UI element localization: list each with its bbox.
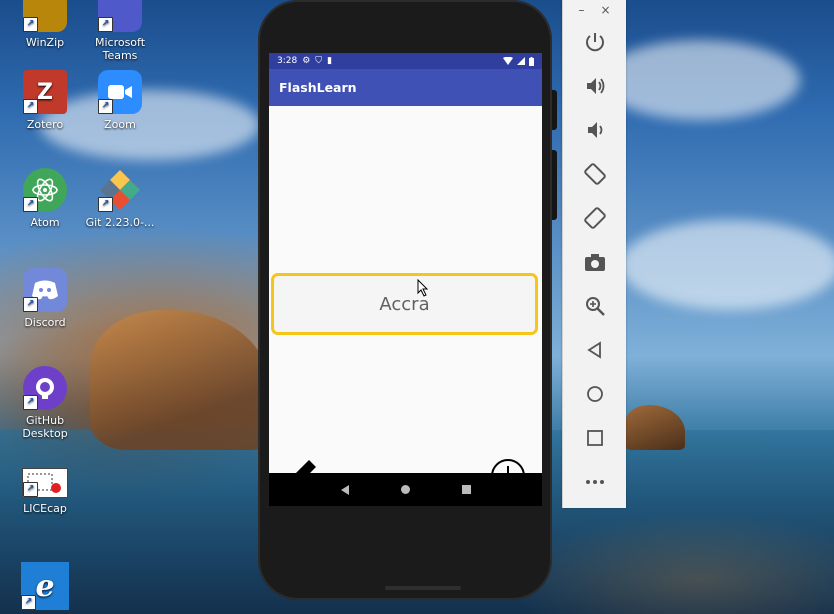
desktop-icon-winzip[interactable]: ↗ WinZip bbox=[8, 0, 82, 49]
home-button[interactable] bbox=[563, 372, 626, 416]
nav-overview-icon[interactable] bbox=[462, 485, 472, 494]
edge-icon: e ↗ bbox=[21, 562, 69, 610]
desktop-icon-label: Zoom bbox=[104, 118, 136, 131]
more-icon bbox=[585, 480, 604, 484]
status-bar: 3:28 ⚙ ⛉ ▮ bbox=[269, 53, 542, 69]
rotate-left-button[interactable] bbox=[563, 152, 626, 196]
desktop-icon-label: LICEcap bbox=[23, 502, 67, 515]
android-nav-bar bbox=[269, 473, 542, 506]
desktop-icon-label: Zotero bbox=[26, 118, 64, 131]
desktop-icon-edge[interactable]: e ↗ bbox=[8, 562, 82, 614]
back-icon bbox=[586, 341, 601, 359]
flashcard[interactable]: Accra bbox=[271, 273, 538, 335]
rock bbox=[90, 310, 270, 450]
volume-down-icon bbox=[587, 122, 602, 138]
atom-icon: ↗ bbox=[23, 168, 67, 212]
zotero-icon: Z ↗ bbox=[23, 70, 67, 114]
sd-card-icon: ▮ bbox=[327, 56, 333, 66]
zoom-button[interactable] bbox=[563, 284, 626, 328]
status-time: 3:28 bbox=[277, 56, 298, 66]
phone-frame: 3:28 ⚙ ⛉ ▮ FlashLearn Accra bbox=[258, 0, 557, 600]
desktop-icon-github-desktop[interactable]: ↗ GitHub Desktop bbox=[8, 366, 82, 440]
licecap-icon: ↗ bbox=[22, 468, 68, 498]
minimize-button[interactable]: – bbox=[578, 3, 584, 17]
volume-down-button[interactable] bbox=[563, 108, 626, 152]
settings-icon: ⚙ bbox=[302, 56, 311, 66]
shield-icon: ⛉ bbox=[315, 56, 323, 66]
home-icon bbox=[586, 386, 603, 402]
volume-up-icon bbox=[586, 78, 604, 94]
desktop-icon-discord[interactable]: ↗ Discord bbox=[8, 268, 82, 329]
desktop-icon-label: Git 2.23.0-... bbox=[85, 216, 155, 229]
desktop-icon-atom[interactable]: ↗ Atom bbox=[8, 168, 82, 229]
more-button[interactable] bbox=[563, 460, 626, 504]
screenshot-button[interactable] bbox=[563, 240, 626, 284]
phone-bottom-bar bbox=[385, 586, 461, 590]
close-button[interactable]: × bbox=[600, 3, 610, 17]
cloud bbox=[600, 40, 800, 120]
overview-button[interactable] bbox=[563, 416, 626, 460]
app-title: FlashLearn bbox=[279, 80, 357, 95]
cloud bbox=[620, 220, 834, 310]
rock bbox=[625, 405, 685, 450]
signal-icon bbox=[517, 57, 525, 65]
camera-icon bbox=[584, 254, 605, 271]
teams-icon: ↗ bbox=[98, 0, 142, 32]
discord-icon: ↗ bbox=[23, 268, 67, 312]
rotate-right-icon bbox=[583, 207, 606, 229]
wifi-icon bbox=[503, 57, 513, 65]
winzip-icon: ↗ bbox=[23, 0, 67, 32]
rotate-right-button[interactable] bbox=[563, 196, 626, 240]
desktop-icon-microsoft-teams[interactable]: ↗ Microsoft Teams bbox=[83, 0, 157, 62]
desktop-icon-licecap[interactable]: ↗ LICEcap bbox=[8, 468, 82, 515]
battery-icon bbox=[529, 56, 534, 66]
github-icon: ↗ bbox=[23, 366, 67, 410]
desktop-icon-label: Microsoft Teams bbox=[94, 36, 146, 62]
power-icon bbox=[585, 33, 604, 52]
volume-up-button[interactable] bbox=[563, 64, 626, 108]
phone-screen: 3:28 ⚙ ⛉ ▮ FlashLearn Accra bbox=[269, 53, 542, 506]
git-icon: ↗ bbox=[98, 168, 142, 212]
app-bar: FlashLearn bbox=[269, 69, 542, 106]
zoom-icon bbox=[585, 297, 605, 316]
desktop-icon-label: Atom bbox=[30, 216, 60, 229]
desktop-icon-label: GitHub Desktop bbox=[22, 414, 68, 440]
rotate-left-icon bbox=[583, 163, 606, 185]
emulator-toolbar: – × bbox=[562, 0, 626, 508]
desktop-icon-zotero[interactable]: Z ↗ Zotero bbox=[8, 70, 82, 131]
phone-volume-button bbox=[552, 150, 557, 220]
mouse-pointer-icon bbox=[417, 279, 429, 297]
power-button[interactable] bbox=[563, 20, 626, 64]
phone-power-button bbox=[552, 90, 557, 130]
desktop-icon-git[interactable]: ↗ Git 2.23.0-... bbox=[83, 168, 157, 229]
desktop-icon-label: Discord bbox=[24, 316, 66, 329]
nav-home-icon[interactable] bbox=[401, 485, 411, 494]
desktop-icon-zoom[interactable]: ↗ Zoom bbox=[83, 70, 157, 131]
back-button[interactable] bbox=[563, 328, 626, 372]
nav-back-icon[interactable] bbox=[340, 484, 350, 495]
zoom-icon: ↗ bbox=[98, 70, 142, 114]
overview-icon bbox=[586, 430, 603, 446]
desktop-icon-label: WinZip bbox=[25, 36, 65, 49]
